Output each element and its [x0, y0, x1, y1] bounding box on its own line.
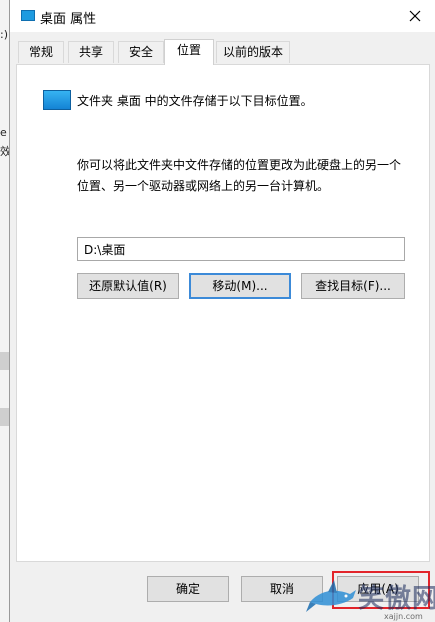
ok-button[interactable]: 确定 — [147, 576, 229, 602]
find-target-button[interactable]: 查找目标(F)... — [301, 273, 405, 299]
tab-label: 以前的版本 — [222, 45, 283, 59]
properties-dialog: 桌面 属性 常规 共享 安全 位置 以前的版本 文件夹 桌面 中的文件存储于以下… — [9, 0, 435, 622]
tab-label: 位置 — [176, 43, 201, 57]
background-text-fragment: :) — [0, 28, 8, 41]
title-bar[interactable]: 桌面 属性 — [10, 0, 435, 32]
move-button[interactable]: 移动(M)... — [189, 273, 291, 299]
watermark: 笑傲网 xajjn.com — [306, 572, 435, 622]
tab-label: 共享 — [78, 45, 103, 59]
tab-location[interactable]: 位置 — [164, 39, 214, 65]
watermark-url: xajjn.com — [384, 612, 423, 621]
watermark-text: 笑傲网 — [358, 584, 435, 614]
location-description: 你可以将此文件夹中文件存储的位置更改为此硬盘上的另一个位置、另一个驱动器或网络上… — [77, 158, 402, 193]
tab-label: 常规 — [28, 45, 53, 59]
window-title: 桌面 属性 — [40, 12, 97, 27]
background-text-fragment: e — [0, 126, 7, 139]
restore-default-button[interactable]: 还原默认值(R) — [77, 273, 179, 299]
close-button[interactable] — [395, 0, 435, 32]
shark-logo-icon — [306, 580, 356, 612]
folder-icon — [43, 90, 71, 110]
folder-location-text: 文件夹 桌面 中的文件存储于以下目标位置。 — [77, 94, 313, 108]
location-panel: 文件夹 桌面 中的文件存储于以下目标位置。 你可以将此文件夹中文件存储的位置更改… — [16, 64, 430, 562]
close-icon — [409, 10, 421, 22]
location-path-input[interactable] — [77, 237, 405, 261]
folder-icon — [21, 10, 35, 21]
tab-label: 安全 — [128, 45, 153, 59]
tab-previous-versions[interactable]: 以前的版本 — [216, 41, 290, 63]
tab-general[interactable]: 常规 — [18, 41, 64, 63]
tab-sharing[interactable]: 共享 — [68, 41, 114, 63]
tab-strip: 常规 共享 安全 位置 以前的版本 — [16, 39, 425, 65]
tab-security[interactable]: 安全 — [118, 41, 164, 63]
